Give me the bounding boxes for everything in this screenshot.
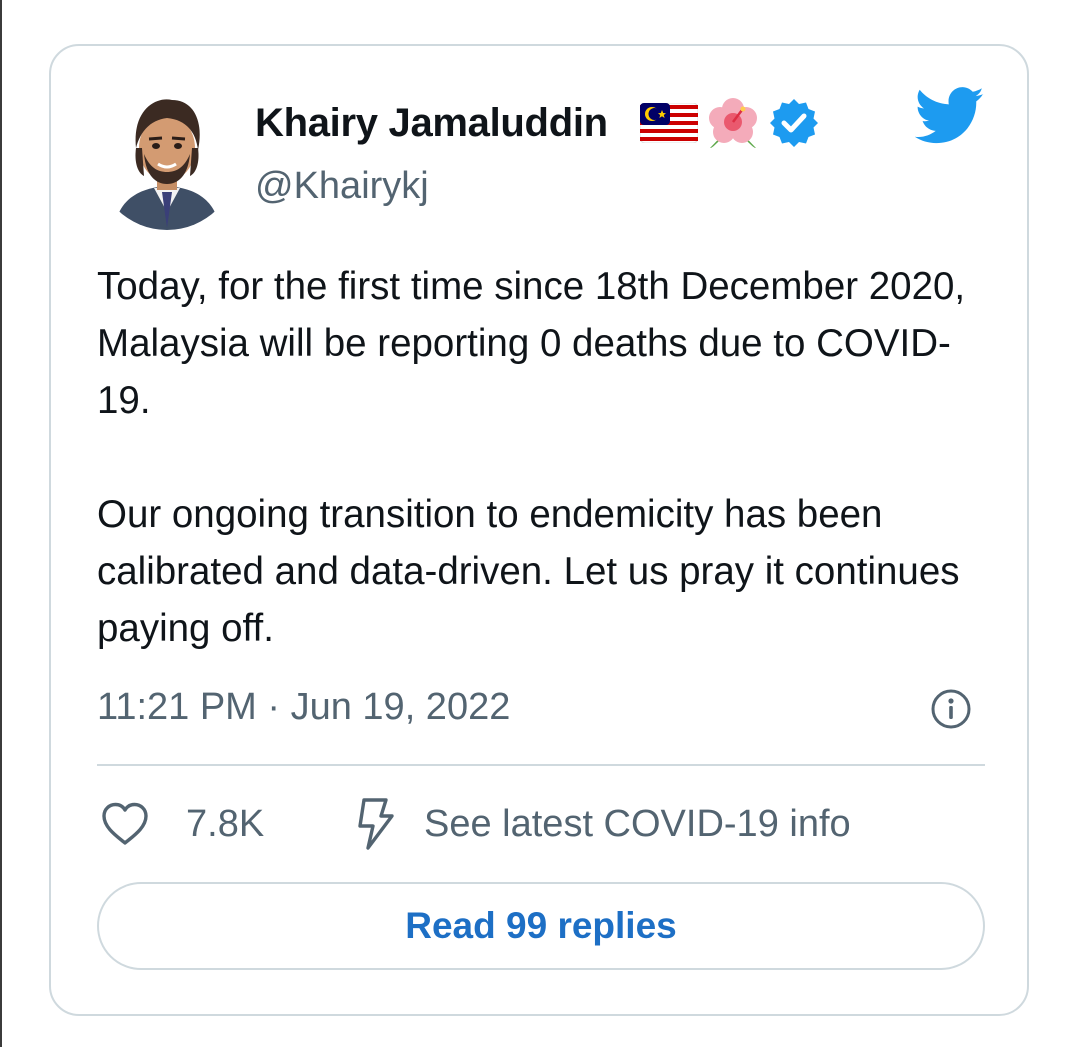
- name-badges: [640, 96, 820, 150]
- tweet-paragraph: Today, for the first time since 18th Dec…: [97, 265, 966, 422]
- like-button[interactable]: 7.8K: [100, 796, 264, 852]
- divider: [97, 764, 985, 766]
- author-handle[interactable]: @Khairykj: [255, 163, 429, 209]
- tweet-timestamp[interactable]: 11:21 PM · Jun 19, 2022: [97, 683, 510, 731]
- covid-info-label: See latest COVID-19 info: [424, 802, 851, 845]
- author-avatar[interactable]: [96, 88, 238, 230]
- verified-badge-icon: [770, 99, 818, 147]
- author-name[interactable]: Khairy Jamaluddin: [255, 98, 608, 148]
- avatar-illustration: [114, 99, 220, 230]
- malaysia-flag-icon: [640, 103, 698, 143]
- tweet-text: Today, for the first time since 18th Dec…: [97, 258, 997, 657]
- left-edge-line: [0, 0, 2, 1047]
- covid-info-link[interactable]: See latest COVID-19 info: [352, 796, 851, 852]
- hibiscus-icon: [709, 98, 757, 148]
- heart-icon: [102, 802, 148, 845]
- lightning-bolt-icon: [358, 798, 394, 850]
- read-replies-button[interactable]: Read 99 replies: [97, 882, 985, 970]
- twitter-logo-icon[interactable]: [915, 86, 985, 146]
- like-count: 7.8K: [186, 802, 265, 845]
- tweet-paragraph: Our ongoing transition to endemicity has…: [97, 493, 960, 650]
- info-icon[interactable]: [930, 688, 972, 730]
